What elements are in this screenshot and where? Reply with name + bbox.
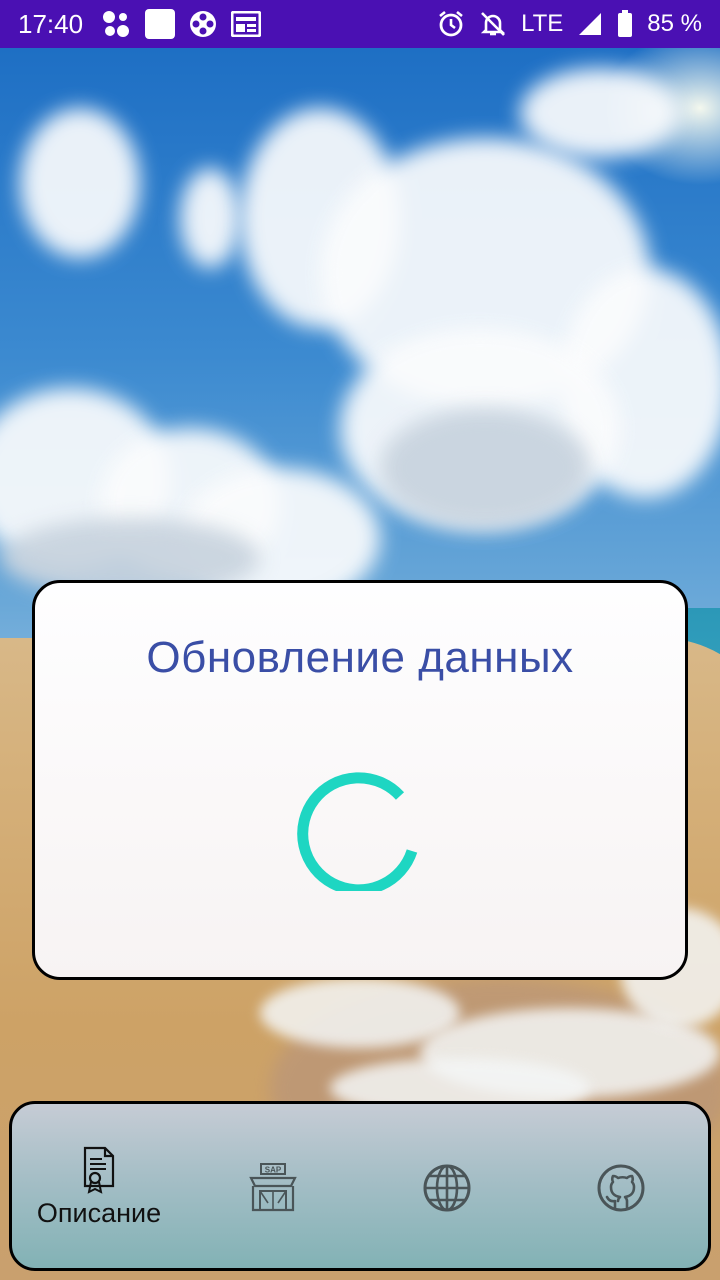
bottom-navigation: Описание SAP (9, 1101, 711, 1271)
alarm-icon (437, 10, 465, 38)
film-reel-icon (189, 10, 217, 38)
nav-item-sap-store[interactable]: SAP (186, 1104, 360, 1268)
globe-icon (423, 1164, 471, 1212)
news-icon (231, 11, 262, 37)
network-type: LTE (521, 10, 564, 37)
svg-text:SAP: SAP (265, 1166, 282, 1175)
sap-store-icon: SAP (249, 1163, 297, 1212)
white-square-icon (145, 9, 176, 39)
loading-dialog: Обновление данных (32, 580, 688, 980)
dialog-title: Обновление данных (146, 633, 574, 682)
certificate-document-icon (83, 1146, 115, 1194)
signal-icon (577, 11, 603, 37)
status-bar: 17:40 LTE 85 % (0, 0, 720, 48)
battery-percent: 85 % (647, 10, 702, 37)
nav-label-description: Описание (36, 1198, 162, 1228)
loading-spinner-icon (297, 772, 418, 891)
nav-item-github[interactable] (534, 1104, 708, 1268)
battery-icon (617, 10, 633, 38)
apps-dots-icon (101, 9, 131, 39)
status-time: 17:40 (18, 8, 84, 39)
nav-item-web[interactable] (360, 1104, 534, 1268)
bell-off-icon (479, 10, 507, 38)
github-icon (597, 1164, 645, 1212)
nav-item-description[interactable]: Описание (12, 1104, 186, 1268)
